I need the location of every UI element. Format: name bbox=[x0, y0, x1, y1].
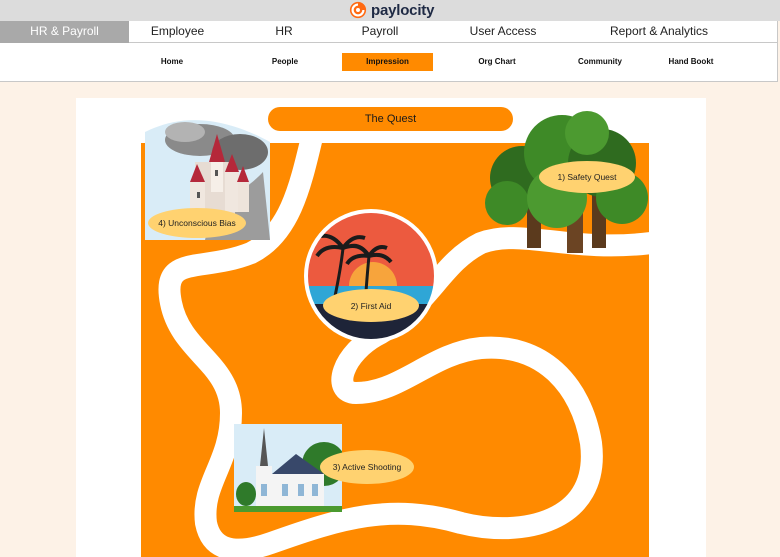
main-nav-user-access[interactable]: User Access bbox=[444, 21, 562, 43]
sub-nav-hand-book[interactable]: Hand Bookt bbox=[660, 53, 722, 71]
stop-active-shooting[interactable]: 3) Active Shooting bbox=[320, 450, 414, 484]
stop-first-aid[interactable]: 2) First Aid bbox=[323, 289, 419, 322]
main-nav: HR & Payroll Employee HR Payroll User Ac… bbox=[0, 21, 778, 43]
top-bar: paylocity bbox=[0, 0, 780, 21]
sunset-island-icon[interactable] bbox=[303, 208, 439, 344]
main-nav-employee[interactable]: Employee bbox=[129, 21, 226, 43]
brand-logo[interactable]: paylocity bbox=[349, 1, 434, 19]
stop-safety-quest[interactable]: 1) Safety Quest bbox=[539, 161, 635, 193]
main-nav-hr[interactable]: HR bbox=[226, 21, 342, 43]
sub-nav: Home People Impression Org Chart Communi… bbox=[0, 43, 778, 82]
main-nav-hr-payroll[interactable]: HR & Payroll bbox=[0, 21, 129, 43]
main-nav-payroll[interactable]: Payroll bbox=[342, 21, 418, 43]
sub-nav-home[interactable]: Home bbox=[141, 53, 203, 71]
quest-title: The Quest bbox=[268, 107, 513, 131]
stop-unconscious-bias[interactable]: 4) Unconscious Bias bbox=[148, 208, 246, 238]
sub-nav-community[interactable]: Community bbox=[569, 53, 631, 71]
sub-nav-impression[interactable]: Impression bbox=[342, 53, 433, 71]
sub-nav-org-chart[interactable]: Org Chart bbox=[466, 53, 528, 71]
sub-nav-people[interactable]: People bbox=[254, 53, 316, 71]
main-nav-report-analytics[interactable]: Report & Analytics bbox=[594, 21, 724, 43]
brand-name: paylocity bbox=[371, 1, 435, 19]
paylocity-logo-icon bbox=[349, 1, 367, 19]
